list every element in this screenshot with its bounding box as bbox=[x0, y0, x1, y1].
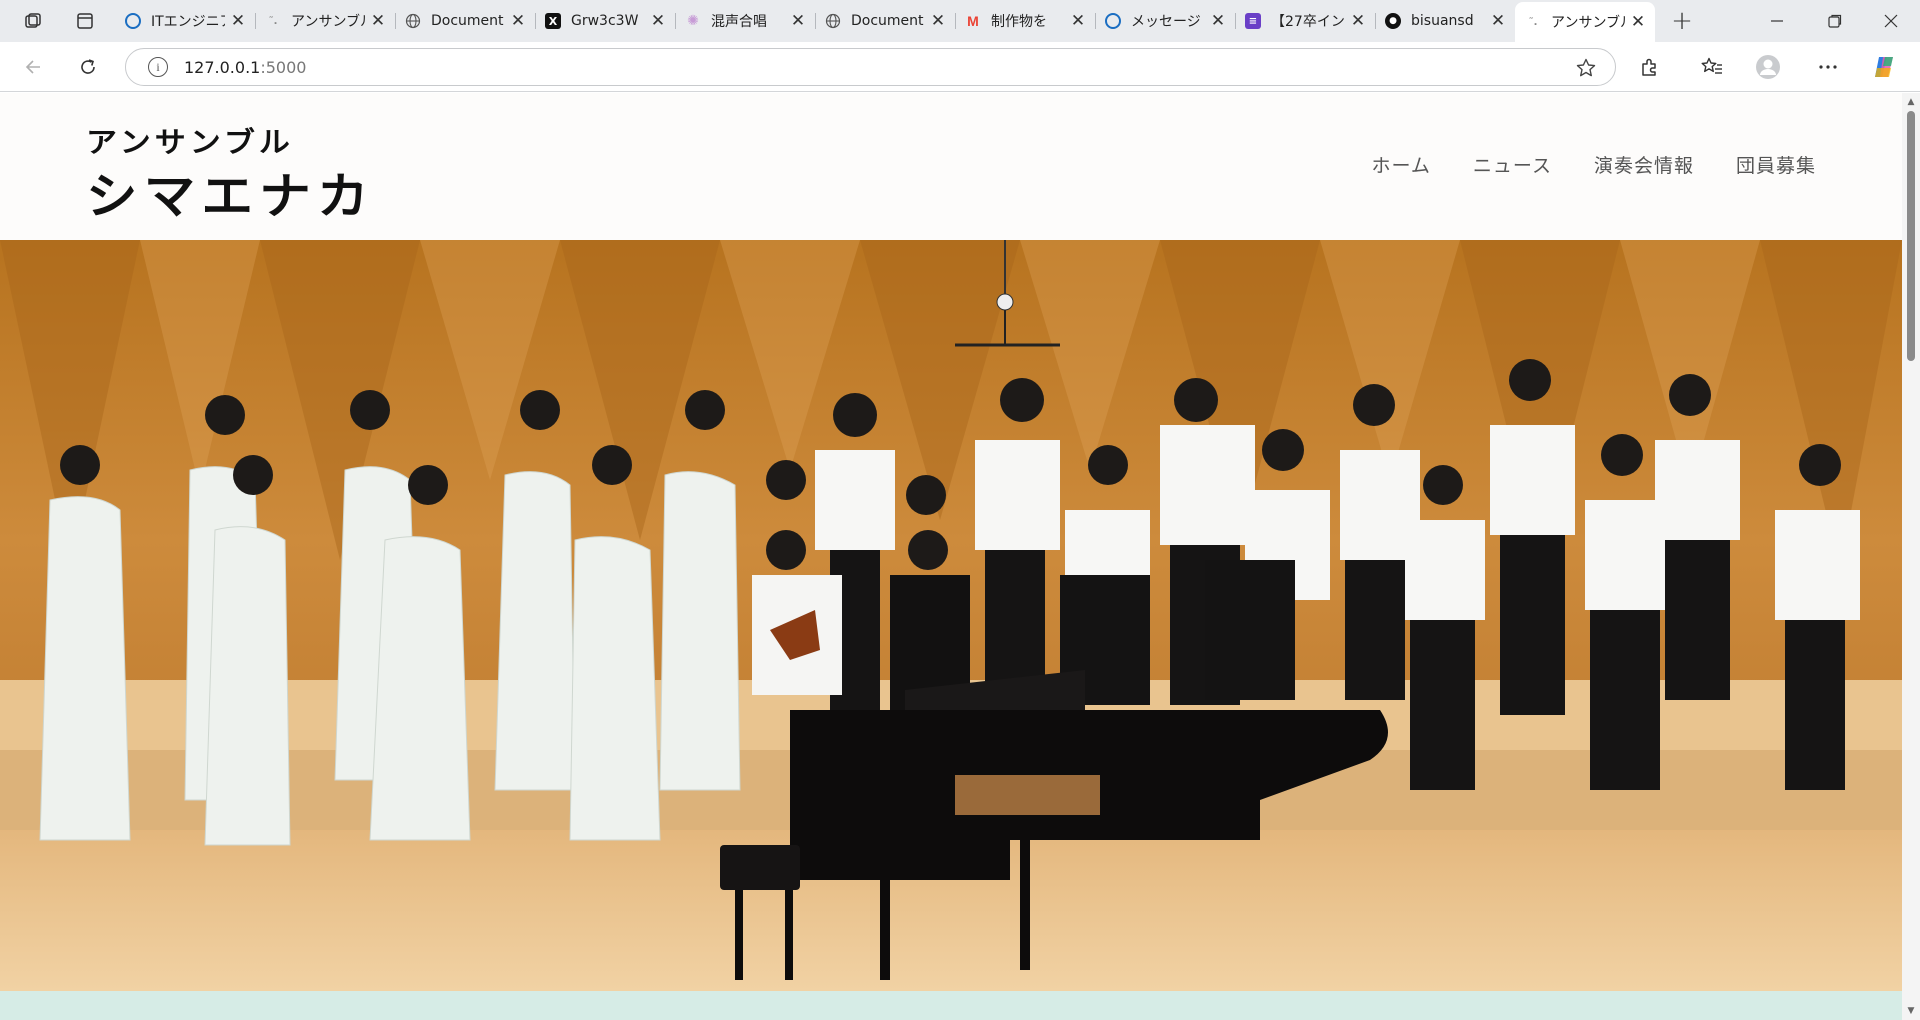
tab-title: Document bbox=[431, 13, 504, 29]
globe-icon bbox=[825, 13, 841, 29]
close-icon[interactable]: ✕ bbox=[1629, 12, 1647, 32]
close-icon bbox=[1884, 14, 1898, 28]
gmail-icon: M bbox=[967, 13, 979, 29]
extensions-button[interactable] bbox=[1632, 49, 1668, 85]
browser-toolbar: i 127.0.0.1:5000 bbox=[0, 42, 1920, 92]
browser-tab-active[interactable]: ˜. アンサンブル✕ bbox=[1515, 2, 1655, 42]
workspaces-icon[interactable] bbox=[12, 0, 54, 42]
close-icon[interactable]: ✕ bbox=[929, 11, 947, 31]
scrollbar-thumb[interactable] bbox=[1907, 111, 1915, 361]
browser-tab[interactable]: Document ✕ bbox=[815, 4, 955, 38]
reload-button[interactable] bbox=[70, 49, 106, 85]
sparkle-icon: ✺ bbox=[687, 13, 699, 29]
browser-tab[interactable]: ITエンジニア✕ bbox=[115, 4, 255, 38]
close-icon[interactable]: ✕ bbox=[229, 11, 247, 31]
list-icon: ≡ bbox=[1245, 13, 1261, 29]
ellipsis-icon bbox=[1819, 65, 1837, 69]
nav-concert-info[interactable]: 演奏会情報 bbox=[1594, 151, 1694, 178]
close-icon[interactable]: ✕ bbox=[509, 11, 527, 31]
close-icon[interactable]: ✕ bbox=[1489, 11, 1507, 31]
puzzle-icon bbox=[1642, 58, 1656, 76]
back-arrow-icon bbox=[25, 60, 40, 74]
nav-news[interactable]: ニュース bbox=[1473, 151, 1552, 178]
globe-icon bbox=[405, 13, 421, 29]
copilot-icon bbox=[1105, 13, 1121, 29]
close-icon[interactable]: ✕ bbox=[369, 11, 387, 31]
more-options-button[interactable] bbox=[1810, 49, 1846, 85]
tab-title: bisuansd bbox=[1411, 13, 1474, 29]
site-header: アンサンブル シマエナカ ホーム ニュース 演奏会情報 団員募集 bbox=[0, 93, 1902, 240]
scroll-down-icon[interactable]: ▼ bbox=[1906, 1006, 1916, 1016]
favorites-list-icon bbox=[1701, 57, 1722, 74]
restore-icon bbox=[1828, 14, 1842, 28]
browser-tab[interactable]: Document ✕ bbox=[395, 4, 535, 38]
tab-title: Document bbox=[851, 13, 924, 29]
url-host: 127.0.0.1 bbox=[184, 57, 261, 77]
profile-button[interactable] bbox=[1750, 49, 1786, 85]
tab-list: ITエンジニア✕ ˜.アンサンブル✕ Document✕ XGrw3c3W✕ ✺… bbox=[115, 0, 1655, 42]
reload-icon bbox=[81, 59, 95, 74]
page-scrollbar[interactable]: ▲ ▼ bbox=[1902, 93, 1920, 1020]
address-bar[interactable]: i 127.0.0.1:5000 bbox=[125, 48, 1616, 86]
tab-title: Grw3c3W bbox=[571, 13, 639, 29]
tab-title: 【27卒イン bbox=[1271, 14, 1345, 30]
ensemble-icon: ˜. bbox=[268, 15, 278, 27]
tab-title: 制作物を bbox=[991, 14, 1047, 30]
favorite-star-icon[interactable] bbox=[1575, 57, 1597, 79]
logo-title: シマエナカ bbox=[86, 168, 375, 225]
nav-home[interactable]: ホーム bbox=[1371, 151, 1430, 178]
tab-title: アンサンブル bbox=[291, 14, 365, 30]
close-icon[interactable]: ✕ bbox=[1209, 11, 1227, 31]
tab-actions-icon[interactable] bbox=[64, 0, 106, 42]
tab-title: 混声合唱 bbox=[711, 14, 767, 30]
restore-button[interactable] bbox=[1806, 0, 1864, 42]
browser-tab[interactable]: M 制作物を ✕ bbox=[955, 4, 1095, 38]
browser-tab[interactable]: ˜. アンサンブル✕ bbox=[255, 4, 395, 38]
minimize-button[interactable] bbox=[1748, 0, 1806, 42]
copilot-icon bbox=[1875, 57, 1893, 77]
back-button[interactable] bbox=[16, 49, 52, 85]
browser-tab[interactable]: ≡ 【27卒イン ✕ bbox=[1235, 4, 1375, 38]
browser-tab[interactable]: ● bisuansd ✕ bbox=[1375, 4, 1515, 38]
url-port: :5000 bbox=[260, 57, 307, 77]
choir-photo bbox=[0, 240, 1902, 991]
site-info-icon[interactable]: i bbox=[148, 57, 168, 77]
close-window-button[interactable] bbox=[1862, 0, 1920, 42]
x-logo-icon: X bbox=[545, 13, 561, 29]
close-icon[interactable]: ✕ bbox=[789, 11, 807, 31]
main-navigation: ホーム ニュース 演奏会情報 団員募集 bbox=[1371, 151, 1816, 178]
url-text[interactable]: 127.0.0.1:5000 bbox=[184, 58, 306, 77]
minimize-icon bbox=[1771, 20, 1783, 22]
tab-title: メッセージ bbox=[1131, 14, 1201, 30]
github-icon: ● bbox=[1385, 13, 1401, 29]
logo-subtitle: アンサンブル bbox=[86, 126, 294, 160]
new-tab-button[interactable]: + bbox=[1664, 4, 1700, 38]
hero-image bbox=[0, 240, 1902, 991]
nav-recruitment[interactable]: 団員募集 bbox=[1736, 151, 1816, 178]
web-page: アンサンブル シマエナカ ホーム ニュース 演奏会情報 団員募集 bbox=[0, 93, 1902, 1020]
avatar-icon bbox=[1756, 55, 1780, 79]
site-logo[interactable]: アンサンブル シマエナカ bbox=[86, 119, 386, 225]
tab-title: ITエンジニア bbox=[151, 14, 225, 30]
close-icon[interactable]: ✕ bbox=[649, 11, 667, 31]
copilot-icon bbox=[125, 13, 141, 29]
copilot-button[interactable] bbox=[1866, 49, 1902, 85]
browser-tab-strip: ITエンジニア✕ ˜.アンサンブル✕ Document✕ XGrw3c3W✕ ✺… bbox=[0, 0, 1920, 42]
favorites-button[interactable] bbox=[1694, 49, 1730, 85]
browser-tab[interactable]: ✺ 混声合唱 ✕ bbox=[675, 4, 815, 38]
tab-title: アンサンブル bbox=[1551, 15, 1625, 31]
browser-tab[interactable]: メッセージ ✕ bbox=[1095, 4, 1235, 38]
browser-tab[interactable]: X Grw3c3W ✕ bbox=[535, 4, 675, 38]
next-section-band bbox=[0, 991, 1902, 1020]
ensemble-icon: ˜. bbox=[1528, 16, 1538, 28]
close-icon[interactable]: ✕ bbox=[1069, 11, 1087, 31]
scroll-up-icon[interactable]: ▲ bbox=[1906, 97, 1916, 107]
close-icon[interactable]: ✕ bbox=[1349, 11, 1367, 31]
